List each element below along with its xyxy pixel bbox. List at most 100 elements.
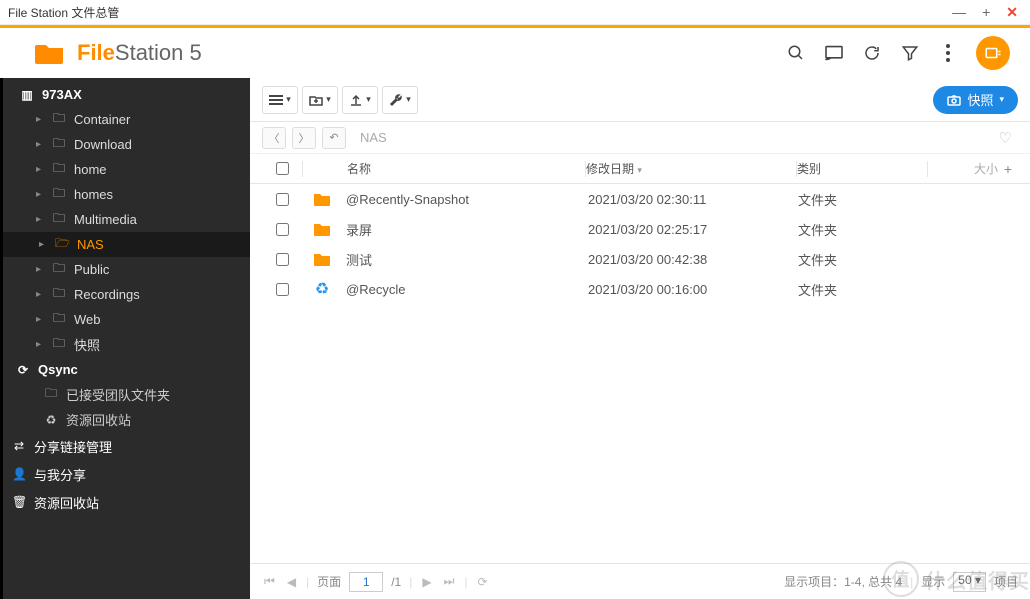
sidebar-item-home[interactable]: ▸🗀home xyxy=(0,157,250,182)
column-size[interactable]: 大小 xyxy=(928,160,998,177)
show-label: 显示 xyxy=(921,573,945,590)
minimize-button[interactable]: — xyxy=(948,4,970,21)
sidebar-item-public[interactable]: ▸🗀Public xyxy=(0,257,250,282)
cell-type: 文件夹 xyxy=(798,250,928,269)
nav-forward-button[interactable]: 〉 xyxy=(292,127,316,149)
table-row[interactable]: 录屏2021/03/20 02:25:17文件夹 xyxy=(250,214,1030,244)
breadcrumb-path[interactable]: NAS xyxy=(360,130,387,145)
cell-type: 文件夹 xyxy=(798,190,928,209)
items-suffix: 项目 xyxy=(994,573,1018,590)
select-all-checkbox[interactable] xyxy=(276,162,289,175)
nav-undo-button[interactable]: ↶ xyxy=(322,127,346,149)
sidebar-section[interactable]: 🗑资源回收站 xyxy=(0,488,250,516)
sidebar-item-container[interactable]: ▸🗀Container xyxy=(0,107,250,132)
refresh-icon[interactable] xyxy=(862,43,882,63)
next-page-button[interactable]: ▶ xyxy=(420,575,433,589)
nav-back-button[interactable]: 〈 xyxy=(262,127,286,149)
section-icon: ⇄ xyxy=(12,439,26,453)
folder-icon xyxy=(302,252,342,266)
window-titlebar: File Station 文件总管 — + ✕ xyxy=(0,0,1030,25)
section-label: 分享链接管理 xyxy=(34,437,112,456)
caret-icon: ▸ xyxy=(36,289,44,300)
folder-icon: 🗀 xyxy=(52,309,66,330)
recycle-icon: ♻ xyxy=(302,279,342,299)
cell-name: @Recently-Snapshot xyxy=(342,192,588,207)
prev-page-button[interactable]: ◀ xyxy=(285,575,298,589)
sidebar-item-homes[interactable]: ▸🗀homes xyxy=(0,182,250,207)
section-label: 资源回收站 xyxy=(34,493,99,512)
section-label: 与我分享 xyxy=(34,465,86,484)
column-type[interactable]: 类别 xyxy=(797,160,927,177)
first-page-button[interactable]: ⏮ xyxy=(262,574,277,589)
remote-mount-button[interactable] xyxy=(976,36,1010,70)
breadcrumb: 〈 〉 ↶ NAS ♡ xyxy=(250,122,1030,154)
row-checkbox[interactable] xyxy=(276,253,289,266)
caret-icon: ▸ xyxy=(36,189,44,200)
folder-icon: 🗀 xyxy=(52,109,66,130)
row-checkbox[interactable] xyxy=(276,223,289,236)
nas-device-icon: ▥ xyxy=(20,88,34,102)
page-label: 页面 xyxy=(317,573,341,590)
app-logo: FileStation 5 xyxy=(35,40,202,66)
upload-button[interactable]: ▾ xyxy=(342,86,378,114)
snapshot-button[interactable]: 快照 ▾ xyxy=(933,86,1018,114)
sidebar-qsync-item[interactable]: 🗀已接受团队文件夹 xyxy=(0,382,250,407)
section-icon: 👤 xyxy=(12,467,26,481)
refresh-page-button[interactable]: ⟳ xyxy=(476,575,490,589)
row-checkbox[interactable] xyxy=(276,193,289,206)
sidebar-item-label: Recordings xyxy=(74,287,140,302)
filter-icon[interactable] xyxy=(900,43,920,63)
column-date[interactable]: 修改日期 ▾ xyxy=(586,160,796,177)
qsync-icon: ⟳ xyxy=(16,363,30,377)
sidebar-item-快照[interactable]: ▸🗀快照 xyxy=(0,332,250,357)
add-column-button[interactable]: + xyxy=(998,161,1018,177)
page-input[interactable] xyxy=(349,572,383,592)
folder-icon: 🗀 xyxy=(52,334,66,355)
folder-logo-icon xyxy=(35,41,65,65)
close-button[interactable]: ✕ xyxy=(1002,4,1022,21)
cell-date: 2021/03/20 02:30:11 xyxy=(588,192,798,207)
sidebar-item-download[interactable]: ▸🗀Download xyxy=(0,132,250,157)
table-row[interactable]: 测试2021/03/20 00:42:38文件夹 xyxy=(250,244,1030,274)
sidebar-item-multimedia[interactable]: ▸🗀Multimedia xyxy=(0,207,250,232)
view-mode-button[interactable]: ▾ xyxy=(262,86,298,114)
column-name[interactable]: 名称 xyxy=(343,160,585,177)
file-list: @Recently-Snapshot2021/03/20 02:30:11文件夹… xyxy=(250,184,1030,563)
table-row[interactable]: ♻@Recycle2021/03/20 00:16:00文件夹 xyxy=(250,274,1030,304)
page-size-select[interactable]: 50 ▾ xyxy=(953,572,986,592)
sidebar-item-label: 资源回收站 xyxy=(66,410,131,429)
tools-button[interactable]: ▾ xyxy=(382,86,418,114)
window-title: File Station 文件总管 xyxy=(8,4,948,21)
last-page-button[interactable]: ⏭ xyxy=(442,574,457,589)
sidebar-item-label: NAS xyxy=(77,237,104,252)
folder-icon xyxy=(302,222,342,236)
table-row[interactable]: @Recently-Snapshot2021/03/20 02:30:11文件夹 xyxy=(250,184,1030,214)
folder-icon: ♻ xyxy=(44,413,58,427)
toolbar: ▾ ▾ ▾ ▾ 快照 ▾ xyxy=(250,78,1030,122)
sidebar-section[interactable]: 👤 与我分享 xyxy=(0,460,250,488)
caret-icon: ▸ xyxy=(36,114,44,125)
sidebar-item-recordings[interactable]: ▸🗀Recordings xyxy=(0,282,250,307)
maximize-button[interactable]: + xyxy=(978,4,994,21)
sidebar-item-web[interactable]: ▸🗀Web xyxy=(0,307,250,332)
items-range-label: 显示项目：1-4, 总共 4 xyxy=(784,573,902,590)
more-icon[interactable] xyxy=(938,43,958,63)
cast-icon[interactable] xyxy=(824,43,844,63)
create-button[interactable]: ▾ xyxy=(302,86,338,114)
sidebar-item-label: 快照 xyxy=(74,335,100,354)
cell-name: @Recycle xyxy=(342,282,588,297)
favorite-icon[interactable]: ♡ xyxy=(999,129,1012,147)
sidebar-qsync[interactable]: ⟳ Qsync xyxy=(0,357,250,382)
search-icon[interactable] xyxy=(786,43,806,63)
caret-icon: ▸ xyxy=(36,139,44,150)
sidebar-section[interactable]: ⇄ 分享链接管理 xyxy=(0,432,250,460)
sidebar-qsync-item[interactable]: ♻ 资源回收站 xyxy=(0,407,250,432)
caret-icon: ▸ xyxy=(36,314,44,325)
caret-icon: ▸ xyxy=(36,214,44,225)
folder-icon: 🗀 xyxy=(44,384,58,405)
row-checkbox[interactable] xyxy=(276,283,289,296)
sidebar-item-nas[interactable]: ▸🗁NAS xyxy=(0,232,250,257)
sidebar-root[interactable]: ▥ 973AX xyxy=(0,82,250,107)
folder-icon: 🗀 xyxy=(52,259,66,280)
file-table-header: 名称 修改日期 ▾ 类别 大小 + xyxy=(250,154,1030,184)
